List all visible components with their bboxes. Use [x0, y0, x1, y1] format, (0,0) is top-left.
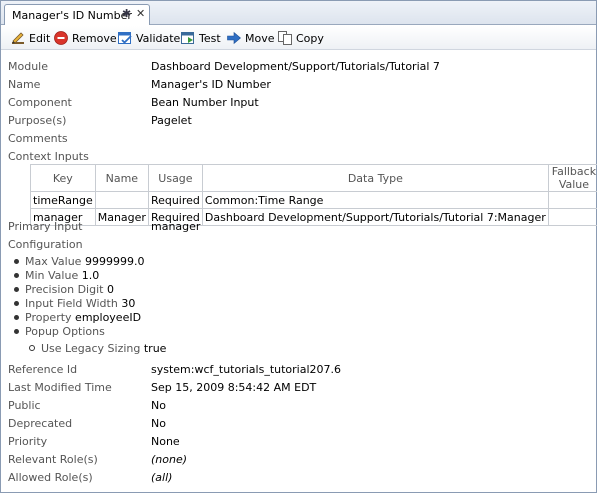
name-value: Manager's ID Number — [151, 78, 271, 91]
table-row: manager Manager Required Dashboard Devel… — [30, 208, 597, 226]
test-label: Test — [199, 31, 221, 45]
config-key: Popup Options — [25, 325, 105, 338]
column-header-usage: Usage — [147, 164, 203, 192]
bullet-icon — [14, 328, 19, 334]
relevant-roles-value: (none) — [151, 453, 188, 466]
relevant-roles-label: Relevant Role(s) — [8, 453, 98, 466]
move-button[interactable]: Move — [226, 29, 275, 47]
table-header-row: Key Name Usage Data Type Fallback Value — [30, 164, 597, 192]
module-value: Dashboard Development/Support/Tutorials/… — [151, 60, 440, 73]
config-key: Property — [25, 311, 72, 324]
edit-button[interactable]: Edit — [10, 29, 50, 47]
config-key: Precision Digit — [25, 283, 104, 296]
comments-label: Comments — [8, 132, 68, 145]
purpose-value: Pagelet — [151, 114, 192, 127]
cell-name: Manager — [94, 208, 149, 226]
copy-icon — [278, 31, 292, 45]
config-item-input-field-width: Input Field Width 30 — [14, 297, 135, 310]
move-label: Move — [245, 31, 275, 45]
config-value: 30 — [121, 297, 136, 310]
context-inputs-label: Context Inputs — [8, 150, 89, 163]
config-key: Input Field Width — [25, 297, 118, 310]
priority-label: Priority — [8, 435, 48, 448]
component-value: Bean Number Input — [151, 96, 259, 109]
copy-button[interactable]: Copy — [277, 29, 324, 47]
last-modified-value: Sep 15, 2009 8:54:42 AM EDT — [151, 381, 317, 394]
config-value: 9999999.0 — [84, 255, 145, 268]
config-item-min-value: Min Value 1.0 — [14, 269, 99, 282]
remove-button[interactable]: Remove — [53, 29, 117, 47]
public-value: No — [151, 399, 166, 412]
validate-icon — [118, 32, 132, 44]
toolbar: Edit Remove Validate Test Move Copy — [1, 26, 596, 50]
config-key: Max Value — [25, 255, 82, 268]
pin-icon[interactable]: ✱ — [122, 7, 131, 20]
cell-data-type: Dashboard Development/Support/Tutorials/… — [201, 208, 549, 226]
column-header-data-type: Data Type — [201, 164, 549, 192]
module-label: Module — [8, 60, 48, 73]
public-label: Public — [8, 399, 41, 412]
editor-panel: Manager's ID Number ✱ ✕ Edit Remove Vali… — [0, 0, 597, 493]
bullet-icon — [14, 286, 19, 292]
config-item-property: Property employeeID — [14, 311, 141, 324]
copy-label: Copy — [296, 31, 324, 45]
edit-label: Edit — [29, 31, 51, 45]
cell-name — [94, 191, 149, 209]
config-value: 0 — [106, 283, 114, 296]
tab-bar: Manager's ID Number ✱ ✕ — [1, 1, 596, 25]
last-modified-label: Last Modified Time — [8, 381, 112, 394]
bullet-icon — [14, 272, 19, 278]
arrow-right-icon — [227, 31, 241, 45]
close-icon[interactable]: ✕ — [136, 7, 145, 20]
priority-value: None — [151, 435, 180, 448]
remove-icon — [54, 31, 68, 45]
cell-fallback-value — [547, 208, 597, 226]
tab-title: Manager's ID Number — [12, 9, 132, 22]
config-key: Min Value — [25, 269, 79, 282]
tab-managers-id-number[interactable]: Manager's ID Number ✱ ✕ — [4, 4, 150, 25]
primary-input-value: manager — [151, 220, 201, 233]
bullet-icon — [14, 258, 19, 264]
cell-fallback-value — [547, 191, 597, 209]
bullet-icon — [14, 300, 19, 306]
config-item-precision-digit: Precision Digit 0 — [14, 283, 114, 296]
config-value: true — [143, 342, 167, 355]
config-value: employeeID — [75, 311, 142, 324]
deprecated-label: Deprecated — [8, 417, 73, 430]
primary-input-label: Primary Input — [8, 220, 83, 233]
config-item-use-legacy-sizing: Use Legacy Sizing true — [29, 342, 166, 355]
cell-usage: Required — [147, 191, 203, 209]
bullet-icon — [14, 314, 19, 320]
cell-data-type: Common:Time Range — [201, 191, 549, 209]
column-header-fallback-value: Fallback Value — [547, 164, 597, 192]
context-inputs-table: Key Name Usage Data Type Fallback Value … — [30, 164, 597, 226]
allowed-roles-label: Allowed Role(s) — [8, 471, 93, 484]
purpose-label: Purpose(s) — [8, 114, 67, 127]
table-row: timeRange Required Common:Time Range — [30, 191, 597, 209]
config-item-popup-options: Popup Options — [14, 325, 105, 338]
config-key: Use Legacy Sizing — [41, 342, 141, 355]
cell-key: timeRange — [30, 191, 96, 209]
component-label: Component — [8, 96, 72, 109]
validate-label: Validate — [136, 31, 181, 45]
pencil-icon — [12, 32, 24, 44]
name-label: Name — [8, 78, 41, 91]
test-button[interactable]: Test — [180, 29, 221, 47]
config-value: 1.0 — [81, 269, 100, 282]
config-item-max-value: Max Value 9999999.0 — [14, 255, 144, 268]
validate-button[interactable]: Validate — [117, 29, 180, 47]
column-header-key: Key — [30, 164, 96, 192]
column-header-name: Name — [94, 164, 149, 192]
configuration-label: Configuration — [8, 238, 83, 251]
reference-id-value: system:wcf_tutorials_tutorial207.6 — [151, 363, 342, 376]
deprecated-value: No — [151, 417, 166, 430]
remove-label: Remove — [72, 31, 117, 45]
reference-id-label: Reference Id — [8, 363, 78, 376]
circle-bullet-icon — [29, 345, 35, 351]
test-icon — [181, 32, 194, 44]
allowed-roles-value: (all) — [151, 471, 173, 484]
